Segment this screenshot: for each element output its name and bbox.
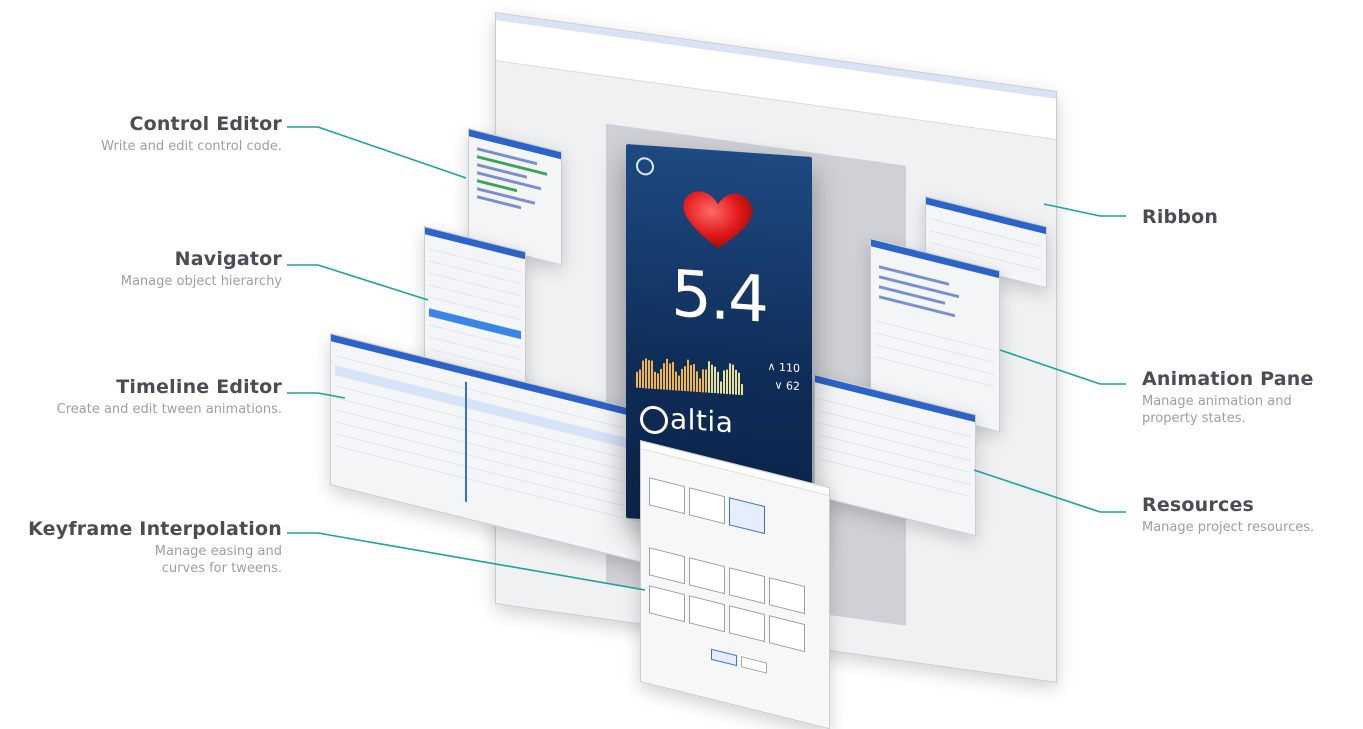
callout-lines xyxy=(287,126,1126,591)
callout-title: Animation Pane xyxy=(1142,368,1314,390)
callout-title: Control Editor xyxy=(129,113,282,135)
callout-title: Ribbon xyxy=(1142,206,1219,228)
illustration-stage: 5.4 ∧ 110 ∨ 62 altia Control Editor Writ… xyxy=(0,0,1363,729)
callout-title: Timeline Editor xyxy=(116,376,282,398)
callout-control-editor: Control Editor Write and edit control co… xyxy=(40,113,282,155)
callout-title: Keyframe Interpolation xyxy=(28,518,282,540)
callout-desc-line1: Manage easing and xyxy=(154,544,282,559)
callout-ribbon: Ribbon xyxy=(1142,206,1342,228)
callout-timeline-editor: Timeline Editor Create and edit tween an… xyxy=(0,376,282,418)
callout-desc-line1: Manage animation and xyxy=(1142,394,1292,409)
callout-resources: Resources Manage project resources. xyxy=(1142,494,1357,536)
callout-desc: Create and edit tween animations. xyxy=(56,402,282,417)
callout-desc: Manage project resources. xyxy=(1142,520,1315,535)
callout-desc: Write and edit control code. xyxy=(101,139,282,154)
callout-desc: Manage object hierarchy xyxy=(120,274,282,289)
callout-navigator: Navigator Manage object hierarchy xyxy=(40,248,282,290)
callout-desc-line2: curves for tweens. xyxy=(161,561,282,576)
callout-title: Navigator xyxy=(174,248,282,270)
callout-title: Resources xyxy=(1142,494,1255,516)
callout-animation-pane: Animation Pane Manage animation and prop… xyxy=(1142,368,1352,427)
callout-desc-line2: property states. xyxy=(1142,411,1246,426)
callout-keyframe-interpolation: Keyframe Interpolation Manage easing and… xyxy=(20,518,282,577)
